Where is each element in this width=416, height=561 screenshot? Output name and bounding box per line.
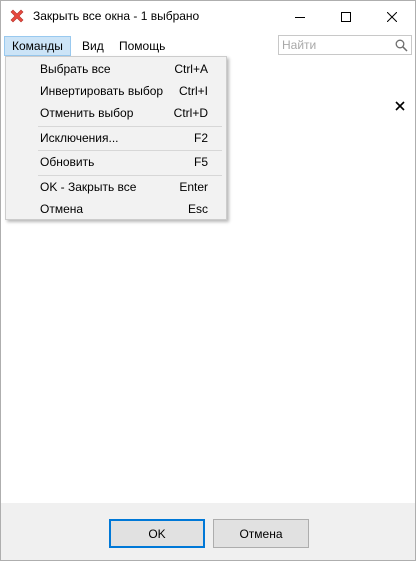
search-input[interactable] [282,38,390,52]
menu-item-shortcut: Ctrl+I [178,84,208,98]
menu-item-label: Инвертировать выбор [40,84,164,98]
menu-item-select-all[interactable]: Выбрать все Ctrl+A [8,58,224,80]
close-all-windows-dialog: Закрыть все окна - 1 выбрано Команды Вид… [0,0,416,561]
maximize-button[interactable] [323,1,369,32]
menu-item-label: OK - Закрыть все [40,180,137,194]
close-panel-icon[interactable] [393,99,407,113]
menu-item-shortcut: Ctrl+D [173,106,208,120]
minimize-button[interactable] [277,1,323,32]
menu-item-refresh[interactable]: Обновить F5 [8,151,224,173]
search-box[interactable] [278,35,412,55]
menu-item-shortcut: Esc [187,202,208,216]
minimize-icon [295,16,305,18]
menu-item-ok-close-all[interactable]: OK - Закрыть все Enter [8,176,224,198]
menu-view[interactable]: Вид [75,36,111,56]
close-window-button[interactable] [369,1,415,32]
menu-item-deselect[interactable]: Отменить выбор Ctrl+D [8,102,224,124]
menu-item-label: Отменить выбор [40,106,134,120]
maximize-icon [341,11,351,22]
menu-item-label: Отмена [40,202,84,216]
menu-item-shortcut: F5 [193,155,208,169]
cancel-button[interactable]: Отмена [213,519,309,548]
ok-button[interactable]: OK [109,519,205,548]
dialog-footer: OK Отмена [1,503,415,560]
menu-item-cancel[interactable]: Отмена Esc [8,198,224,220]
menu-item-label: Обновить [40,155,95,169]
menu-help[interactable]: Помощь [112,36,172,56]
app-close-x-icon [9,8,25,24]
window-title: Закрыть все окна - 1 выбрано [33,9,200,23]
menu-item-shortcut: F2 [193,131,208,145]
commands-dropdown-menu: Выбрать все Ctrl+A Инвертировать выбор C… [5,56,227,220]
menu-commands[interactable]: Команды [4,36,71,56]
close-icon [387,11,397,22]
menu-item-invert-selection[interactable]: Инвертировать выбор Ctrl+I [8,80,224,102]
menu-item-label: Исключения... [40,131,119,145]
menu-item-shortcut: Ctrl+A [174,62,208,76]
title-bar[interactable]: Закрыть все окна - 1 выбрано [1,1,415,32]
menu-item-exclusions[interactable]: Исключения... F2 [8,127,224,149]
search-icon[interactable] [395,39,408,52]
menu-item-label: Выбрать все [40,62,111,76]
menu-item-shortcut: Enter [179,180,208,194]
